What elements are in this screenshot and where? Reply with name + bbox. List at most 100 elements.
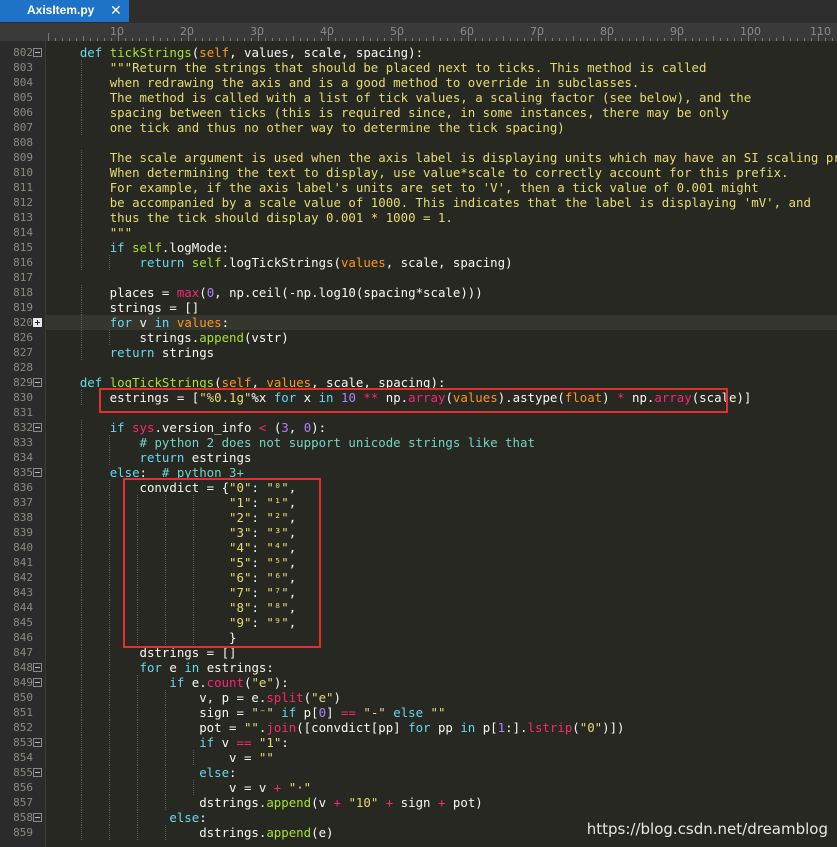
code-line[interactable]: one tick and thus no other way to determ… [46,120,837,135]
indent-guide [81,390,82,405]
code-line[interactable]: be accompanied by a scale value of 1000.… [46,195,837,210]
code-token: == [236,735,252,750]
fold-collapse-icon[interactable] [33,738,42,747]
code-line[interactable]: for v in values: [46,315,837,330]
code-text: v = "" [50,750,274,765]
code-line[interactable]: v, p = e.split("e") [46,690,837,705]
code-line[interactable]: if sys.version_info < (3, 0): [46,420,837,435]
code-line[interactable]: if v == "1": [46,735,837,750]
line-number: 858 [13,811,33,824]
code-text: thus the tick should display 0.001 * 100… [50,210,453,225]
indent-guide [81,660,82,675]
fold-expand-icon[interactable] [33,318,42,327]
code-line[interactable]: when redrawing the axis and is a good me… [46,75,837,90]
code-token: join [266,720,297,735]
code-line[interactable]: dstrings.append(v + "10" + sign + pot) [46,795,837,810]
code-line[interactable]: The scale argument is used when the axis… [46,150,837,165]
code-line[interactable]: else: [46,765,837,780]
code-line[interactable]: sign = "⁻" if p[0] == "-" else "" [46,705,837,720]
fold-collapse-icon[interactable] [33,663,42,672]
code-line[interactable]: if self.logMode: [46,240,837,255]
line-number: 804 [13,76,33,89]
code-line[interactable]: """ [46,225,837,240]
code-line[interactable]: places = max(0, np.ceil(-np.log10(spacin… [46,285,837,300]
tab-axisitem[interactable]: AxisItem.py ✕ [0,0,129,22]
code-editor[interactable]: def tickStrings(self, values, scale, spa… [46,41,837,847]
line-number: 838 [13,511,33,524]
fold-collapse-icon[interactable] [33,378,42,387]
line-number: 840 [13,541,33,554]
code-line[interactable] [46,270,837,285]
code-line[interactable]: def tickStrings(self, values, scale, spa… [46,45,837,60]
code-line[interactable]: return self.logTickStrings(values, scale… [46,255,837,270]
indent-guide [81,555,82,570]
fold-collapse-icon[interactable] [33,423,42,432]
code-line[interactable]: """Return the strings that should be pla… [46,60,837,75]
line-number: 826 [13,331,33,344]
line-number: 809 [13,151,33,164]
line-number: 855 [13,766,33,779]
code-line[interactable]: spacing between ticks (this is required … [46,105,837,120]
code-line[interactable]: thus the tick should display 0.001 * 100… [46,210,837,225]
code-line[interactable]: # python 2 does not support unicode stri… [46,435,837,450]
code-token: self [199,45,230,60]
code-line[interactable]: strings = [] [46,300,837,315]
code-token: : [221,315,230,330]
code-line[interactable]: For example, if the axis label's units a… [46,180,837,195]
code-line[interactable]: return strings [46,345,837,360]
line-number: 844 [13,601,33,614]
fold-collapse-icon[interactable] [33,768,42,777]
code-line[interactable]: for e in estrings: [46,660,837,675]
fold-collapse-icon[interactable] [33,48,42,57]
code-token: + [333,795,341,810]
indent-guide [81,570,82,585]
code-line[interactable]: v = "" [46,750,837,765]
indent-guide [137,780,138,795]
code-line[interactable]: pot = "".join([convdict[pp] for pp in p[… [46,720,837,735]
indent-guide [137,765,138,780]
ruler-label: 110 [810,25,831,38]
indent-guide [109,495,110,510]
fold-collapse-icon[interactable] [33,813,42,822]
code-line[interactable]: strings.append(vstr) [46,330,837,345]
code-text: if sys.version_info < (3, 0): [50,420,326,435]
tab-title: AxisItem.py [27,3,95,17]
indent-guide [137,705,138,720]
line-number: 841 [13,556,33,569]
code-token: ([convdict[pp] [296,720,409,735]
indent-guide [81,195,82,210]
fold-collapse-icon[interactable] [33,678,42,687]
code-line[interactable]: if e.count("e"): [46,675,837,690]
code-token: split [266,690,304,705]
indent-guide [81,645,82,660]
close-icon[interactable]: ✕ [110,1,122,21]
code-line[interactable] [46,135,837,150]
indent-guide [81,540,82,555]
code-line[interactable]: return estrings [46,450,837,465]
code-token: e. [184,675,207,690]
code-token: dstrings. [50,795,267,810]
code-line[interactable]: When determining the text to display, us… [46,165,837,180]
indent-guide [81,735,82,750]
code-token: thus the tick should display 0.001 * 100… [109,210,453,225]
code-token: in [460,720,476,735]
code-token: : [199,810,207,825]
code-token: "1" [258,735,282,750]
fold-collapse-icon[interactable] [33,468,42,477]
line-number: 805 [13,91,33,104]
code-token: be accompanied by a scale value of 1000.… [109,195,811,210]
indent-guide [81,150,82,165]
line-number: 859 [13,826,33,839]
indent-guide [81,120,82,135]
code-line[interactable]: v = v + "·" [46,780,837,795]
indent-guide [165,795,166,810]
code-line[interactable] [46,360,837,375]
code-line[interactable]: The method is called with a list of tick… [46,90,837,105]
